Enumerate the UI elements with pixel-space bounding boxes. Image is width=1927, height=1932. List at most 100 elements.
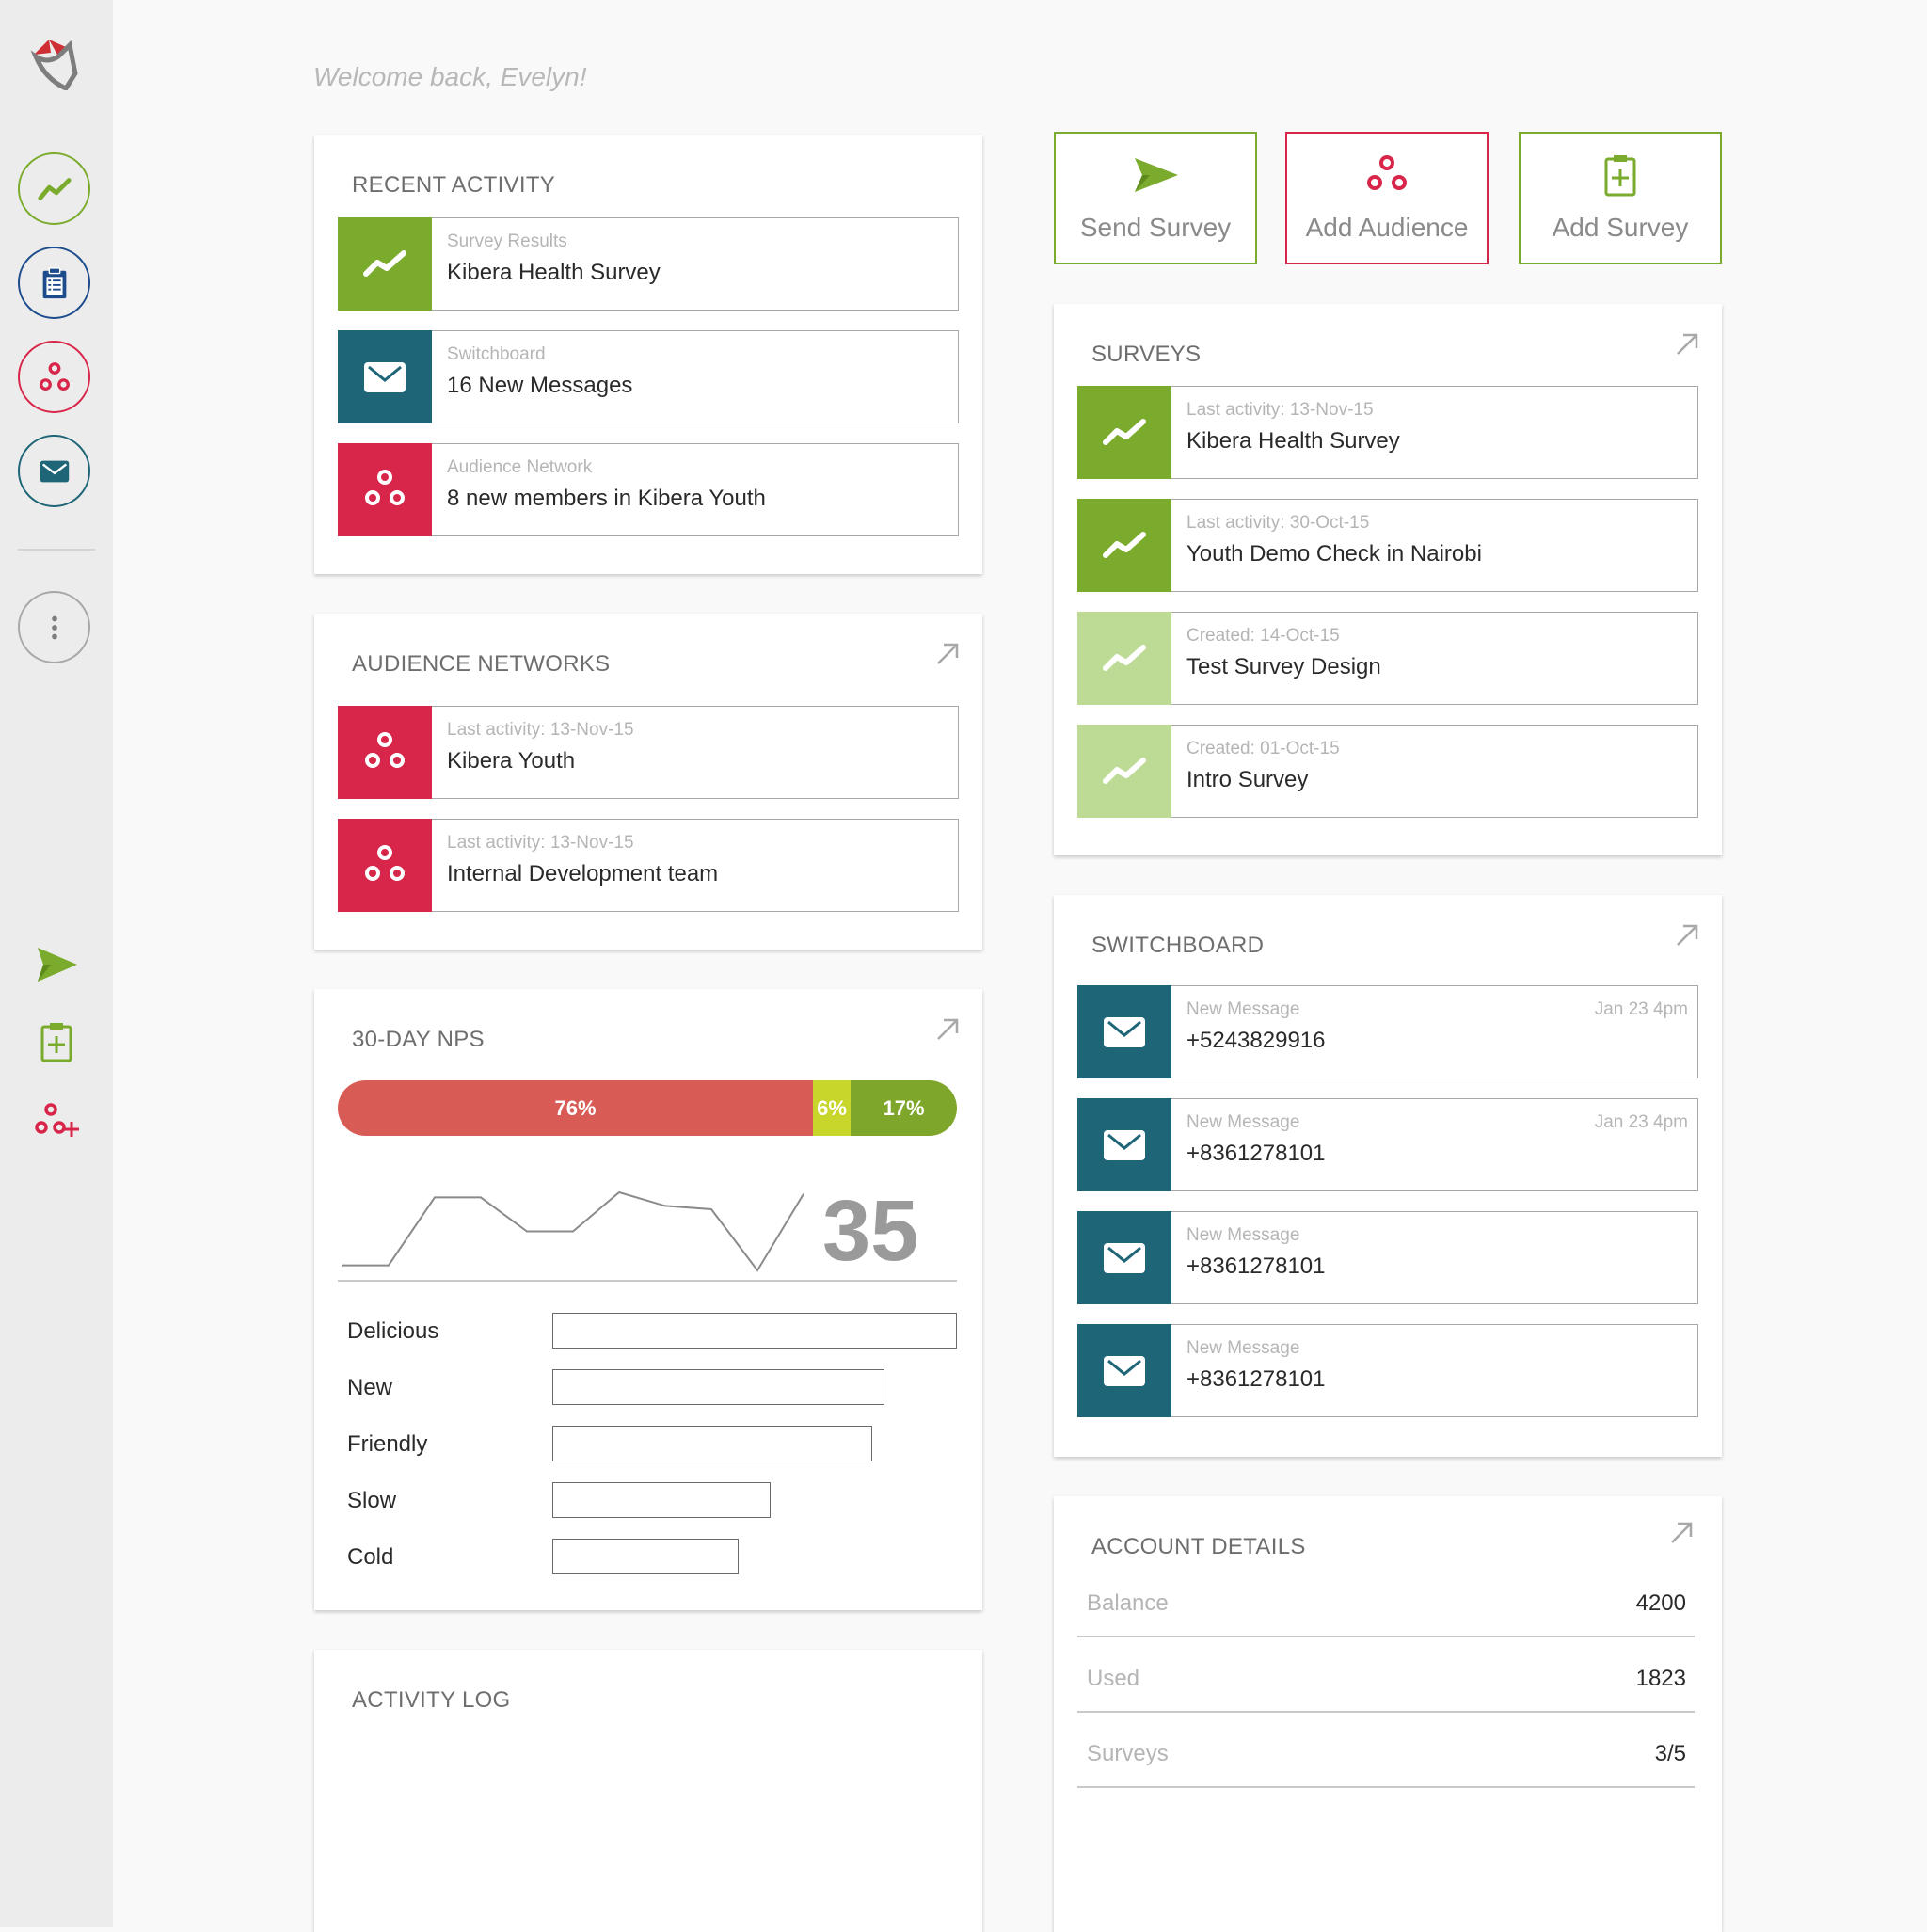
expand-arrow-icon[interactable] xyxy=(1673,330,1701,359)
activity-item-survey-results[interactable]: Survey Results Kibera Health Survey xyxy=(338,217,959,311)
sidebar-divider xyxy=(18,549,95,551)
used-value: 1823 xyxy=(1635,1666,1686,1691)
row-timestamp: Jan 23 4pm xyxy=(1594,999,1688,1019)
clipboard-add-icon xyxy=(40,1023,72,1062)
sidebar xyxy=(0,0,113,1927)
mail-icon xyxy=(1077,1211,1171,1304)
send-icon xyxy=(1135,158,1178,192)
add-audience-button[interactable]: Add Audience xyxy=(1285,132,1489,264)
row-title: Kibera Health Survey xyxy=(447,260,661,285)
nps-promoters-segment: 17% xyxy=(851,1080,957,1136)
survey-item[interactable]: Last activity: 13-Nov-15 Kibera Health S… xyxy=(1077,386,1698,479)
card-title: ACCOUNT DETAILS xyxy=(1091,1534,1306,1559)
nps-distribution-bar: 76% 6% 17% xyxy=(338,1080,957,1136)
card-title: SURVEYS xyxy=(1091,342,1202,367)
card-title: ACTIVITY LOG xyxy=(352,1687,511,1713)
nps-card: 30-DAY NPS 76% 6% 17% 35 Delicious New F… xyxy=(314,989,982,1610)
row-title: Internal Development team xyxy=(447,861,719,886)
card-title: SWITCHBOARD xyxy=(1091,933,1265,958)
attribute-bar xyxy=(552,1313,957,1349)
attribute-label: New xyxy=(347,1375,393,1400)
mail-icon xyxy=(1077,985,1171,1078)
survey-item[interactable]: Last activity: 30-Oct-15 Youth Demo Chec… xyxy=(1077,499,1698,592)
trend-line-icon xyxy=(338,217,432,311)
add-survey-button[interactable]: Add Survey xyxy=(1519,132,1722,264)
send-icon xyxy=(38,948,77,982)
row-title: 8 new members in Kibera Youth xyxy=(447,486,766,511)
nps-detractors-segment: 76% xyxy=(338,1080,814,1136)
nav-surveys[interactable] xyxy=(18,152,90,225)
row-subtitle: New Message xyxy=(1186,1225,1300,1245)
expand-arrow-icon[interactable] xyxy=(1673,921,1701,950)
row-subtitle: Survey Results xyxy=(447,232,567,251)
row-divider xyxy=(1077,1786,1695,1788)
row-subtitle: New Message xyxy=(1186,999,1300,1019)
row-divider xyxy=(1077,1636,1695,1637)
audience-item[interactable]: Last activity: 13-Nov-15 Kibera Youth xyxy=(338,706,959,799)
row-title: Kibera Youth xyxy=(447,748,576,774)
audience-network-icon xyxy=(338,443,432,536)
message-item[interactable]: New Message +8361278101 xyxy=(1077,1211,1698,1304)
surveys-label: Surveys xyxy=(1087,1741,1169,1766)
nps-divider xyxy=(338,1280,957,1282)
attribute-label: Cold xyxy=(347,1544,394,1570)
row-title: +8361278101 xyxy=(1186,1366,1326,1392)
attribute-label: Friendly xyxy=(347,1431,428,1457)
expand-arrow-icon[interactable] xyxy=(933,640,962,668)
balance-label: Balance xyxy=(1087,1590,1169,1616)
row-subtitle: Last activity: 13-Nov-15 xyxy=(447,833,634,853)
message-item[interactable]: New Message +8361278101 xyxy=(1077,1324,1698,1417)
row-title: +8361278101 xyxy=(1186,1141,1326,1166)
row-subtitle: Last activity: 13-Nov-15 xyxy=(1186,400,1374,420)
nav-audiences[interactable] xyxy=(18,341,90,413)
quick-add-survey[interactable] xyxy=(32,1017,81,1066)
attribute-bar xyxy=(552,1539,739,1574)
row-title: Test Survey Design xyxy=(1186,654,1381,679)
nav-switchboard[interactable] xyxy=(18,435,90,507)
nps-score: 35 xyxy=(822,1183,919,1279)
audience-network-icon xyxy=(1367,155,1407,190)
survey-item[interactable]: Created: 14-Oct-15 Test Survey Design xyxy=(1077,612,1698,705)
row-subtitle: New Message xyxy=(1186,1338,1300,1358)
message-item[interactable]: New Message Jan 23 4pm +8361278101 xyxy=(1077,1098,1698,1191)
audience-item[interactable]: Last activity: 13-Nov-15 Internal Develo… xyxy=(338,819,959,912)
trend-line-icon xyxy=(37,177,72,200)
row-subtitle: Created: 01-Oct-15 xyxy=(1186,739,1340,758)
send-survey-button[interactable]: Send Survey xyxy=(1054,132,1257,264)
send-survey-label: Send Survey xyxy=(1079,213,1232,242)
audience-network-icon xyxy=(39,361,70,391)
activity-log-card: ACTIVITY LOG xyxy=(314,1650,982,1932)
message-item[interactable]: New Message Jan 23 4pm +5243829916 xyxy=(1077,985,1698,1078)
expand-arrow-icon[interactable] xyxy=(1667,1519,1696,1547)
app-logo[interactable] xyxy=(28,36,83,90)
attribute-label: Delicious xyxy=(347,1318,439,1344)
expand-arrow-icon[interactable] xyxy=(933,1015,962,1044)
nps-trend-line xyxy=(342,1190,804,1272)
audience-network-icon xyxy=(338,706,432,799)
add-audience-label: Add Audience xyxy=(1305,213,1469,242)
survey-item[interactable]: Created: 01-Oct-15 Intro Survey xyxy=(1077,725,1698,818)
quick-send-survey[interactable] xyxy=(32,940,81,989)
nps-passives-segment: 6% xyxy=(813,1080,851,1136)
activity-item-switchboard[interactable]: Switchboard 16 New Messages xyxy=(338,330,959,423)
activity-item-audience-network[interactable]: Audience Network 8 new members in Kibera… xyxy=(338,443,959,536)
used-label: Used xyxy=(1087,1666,1140,1691)
row-subtitle: Last activity: 30-Oct-15 xyxy=(1186,513,1370,533)
row-title: +8361278101 xyxy=(1186,1253,1326,1279)
row-title: Kibera Health Survey xyxy=(1186,428,1400,454)
audience-network-icon xyxy=(338,819,432,912)
card-title: AUDIENCE NETWORKS xyxy=(352,651,611,677)
row-subtitle: Created: 14-Oct-15 xyxy=(1186,626,1340,646)
surveys-value: 3/5 xyxy=(1654,1741,1686,1766)
row-title: +5243829916 xyxy=(1186,1028,1326,1053)
nav-more[interactable] xyxy=(18,591,90,663)
nav-reports[interactable] xyxy=(18,247,90,319)
card-title: RECENT ACTIVITY xyxy=(352,172,556,198)
add-survey-label: Add Survey xyxy=(1552,213,1689,242)
quick-add-audience[interactable] xyxy=(32,1099,81,1148)
row-title: 16 New Messages xyxy=(447,373,633,398)
row-timestamp: Jan 23 4pm xyxy=(1594,1112,1688,1132)
attribute-label: Slow xyxy=(347,1488,397,1513)
trend-line-icon xyxy=(1077,386,1171,479)
row-subtitle: Audience Network xyxy=(447,457,593,477)
